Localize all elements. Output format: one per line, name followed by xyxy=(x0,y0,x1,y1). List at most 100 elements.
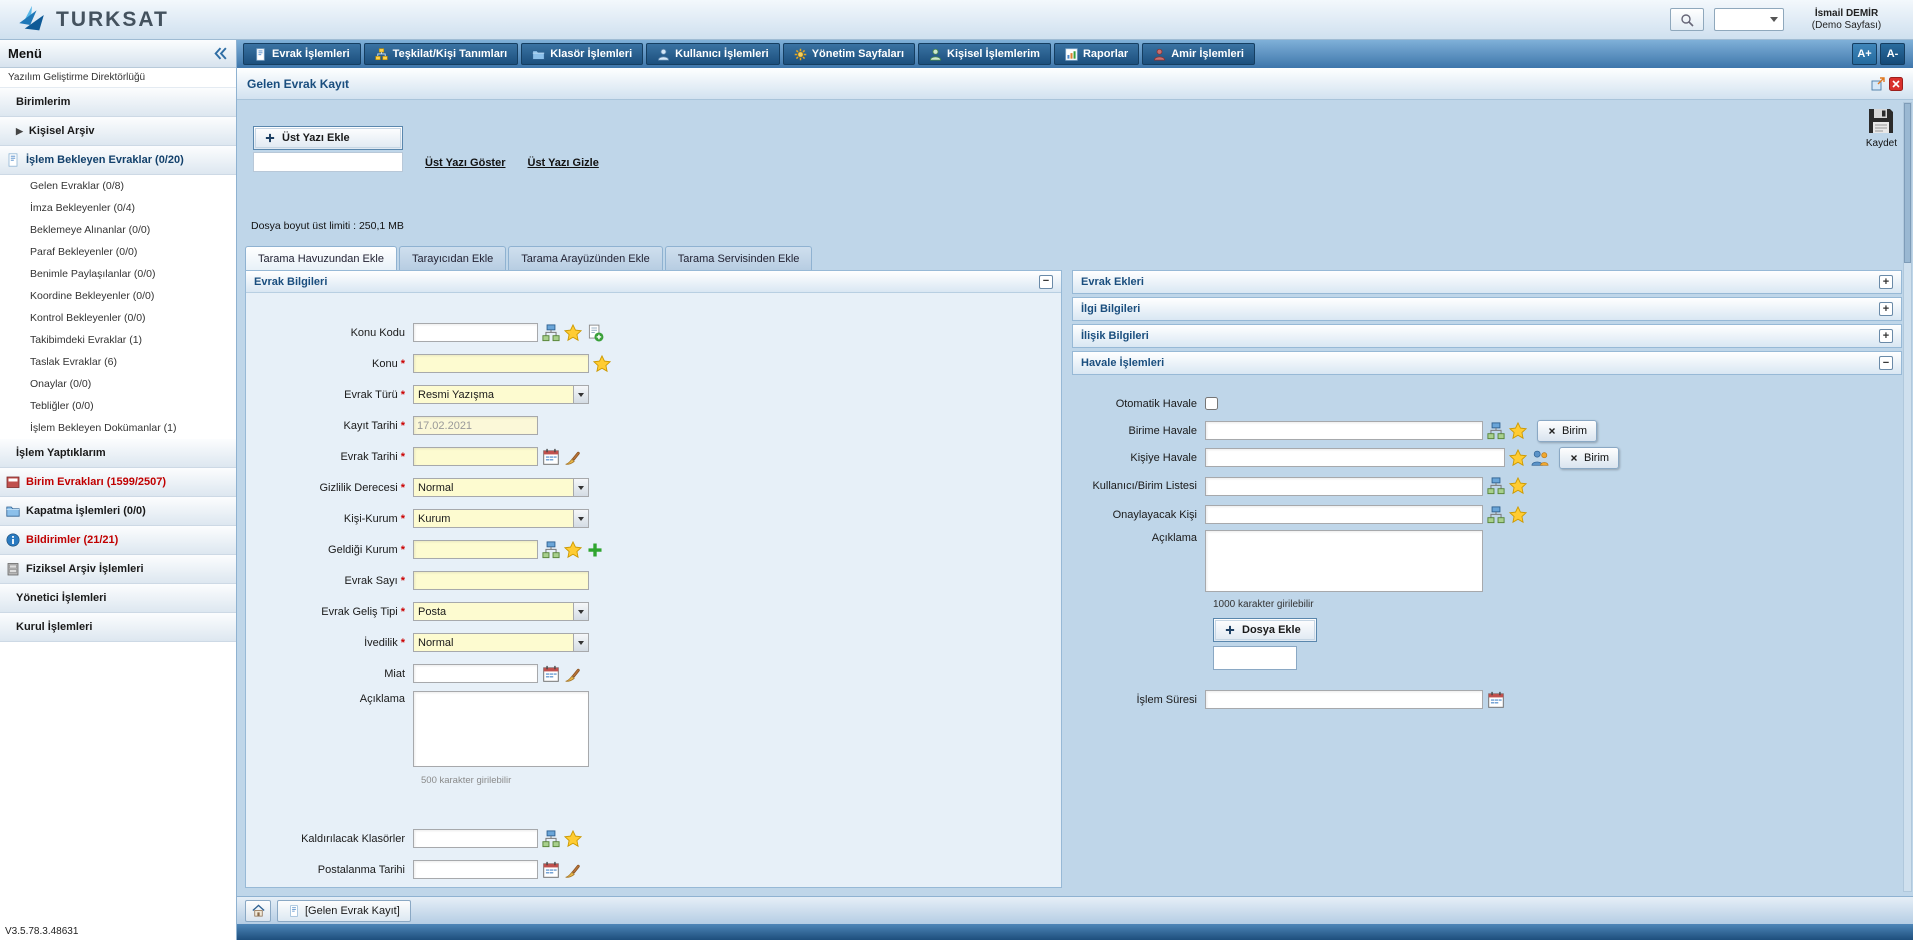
quick-select-dropdown[interactable] xyxy=(1714,8,1784,31)
kaldirilacak-klasorler-input[interactable] xyxy=(413,829,538,848)
expand-panel-button[interactable]: + xyxy=(1879,275,1893,289)
evrak-tarihi-calendar-icon[interactable] xyxy=(542,448,560,466)
nav-tab-klasor-islemleri[interactable]: Klasör İşlemleri xyxy=(521,43,643,65)
birime-havale-remove-unit-button[interactable]: Birim xyxy=(1537,420,1597,442)
sidebar-item-benimle-paylasilanlar[interactable]: Benimle Paylaşılanlar (0/0) xyxy=(0,263,236,285)
collapse-panel-button[interactable]: − xyxy=(1039,275,1053,289)
ilgi-bilgileri-header[interactable]: İlgi Bilgileri + xyxy=(1072,297,1902,321)
sidebar-item-birim-evraklari[interactable]: Birim Evrakları (1599/2507) xyxy=(0,468,236,497)
onaylayacak-lookup-icon[interactable] xyxy=(1487,506,1505,524)
expand-panel-button[interactable]: + xyxy=(1879,329,1893,343)
kullanici-birim-listesi-input[interactable] xyxy=(1205,477,1483,496)
close-icon[interactable] xyxy=(1889,77,1903,91)
havale-aciklama-textarea[interactable] xyxy=(1205,530,1483,592)
konu-kodu-favorites-star-icon[interactable] xyxy=(564,324,582,342)
scrollbar-thumb[interactable] xyxy=(1904,103,1911,263)
kisiye-havale-people-icon[interactable] xyxy=(1531,449,1549,467)
konu-kodu-lookup-icon[interactable] xyxy=(542,324,560,342)
sidebar-item-onaylar[interactable]: Onaylar (0/0) xyxy=(0,373,236,395)
evrak-tarihi-clear-icon[interactable] xyxy=(564,448,582,466)
tab-tarayicidan-ekle[interactable]: Tarayıcıdan Ekle xyxy=(399,246,506,270)
geldigi-kurum-favorites-star-icon[interactable] xyxy=(564,541,582,559)
havale-islemleri-header[interactable]: Havale İşlemleri − xyxy=(1072,351,1902,375)
aciklama-textarea[interactable] xyxy=(413,691,589,767)
ivedilik-select[interactable]: Normal xyxy=(413,633,589,652)
miat-clear-icon[interactable] xyxy=(564,665,582,683)
open-in-window-icon[interactable] xyxy=(1871,77,1885,91)
evrak-bilgileri-header[interactable]: Evrak Bilgileri − xyxy=(246,271,1061,293)
sidebar-item-kontrol-bekleyenler[interactable]: Kontrol Bekleyenler (0/0) xyxy=(0,307,236,329)
ilisik-bilgileri-header[interactable]: İlişik Bilgileri + xyxy=(1072,324,1902,348)
save-button[interactable]: Kaydet xyxy=(1866,106,1897,149)
evrak-turu-select[interactable]: Resmi Yazışma xyxy=(413,385,589,404)
evrak-ekleri-header[interactable]: Evrak Ekleri + xyxy=(1072,270,1902,294)
kisi-kurum-select[interactable]: Kurum xyxy=(413,509,589,528)
add-cover-letter-button[interactable]: Üst Yazı Ekle xyxy=(253,126,403,150)
kaldirilacak-favorites-star-icon[interactable] xyxy=(564,830,582,848)
sidebar-item-birimlerim[interactable]: Birimlerim xyxy=(0,88,236,117)
gelis-tipi-select[interactable]: Posta xyxy=(413,602,589,621)
onaylayacak-kisi-input[interactable] xyxy=(1205,505,1483,524)
dosya-ekle-button[interactable]: Dosya Ekle xyxy=(1213,618,1317,642)
sidebar-item-koordine-bekleyenler[interactable]: Koordine Bekleyenler (0/0) xyxy=(0,285,236,307)
user-info[interactable]: İsmail DEMİR (Demo Sayfası) xyxy=(1794,8,1899,32)
postalanma-tarihi-input[interactable] xyxy=(413,860,538,879)
vertical-scrollbar[interactable] xyxy=(1903,102,1912,892)
sidebar-item-kapatma-islemleri[interactable]: Kapatma İşlemleri (0/0) xyxy=(0,497,236,526)
konu-kodu-input[interactable] xyxy=(413,323,538,342)
konu-kodu-copy-doc-icon[interactable] xyxy=(586,324,604,342)
evrak-sayi-input[interactable] xyxy=(413,571,589,590)
kaldirilacak-lookup-icon[interactable] xyxy=(542,830,560,848)
sidebar-item-bildirimler[interactable]: Bildirimler (21/21) xyxy=(0,526,236,555)
postalanma-clear-icon[interactable] xyxy=(564,861,582,879)
home-button[interactable] xyxy=(245,900,271,922)
gizlilik-select[interactable]: Normal xyxy=(413,478,589,497)
birime-havale-favorites-star-icon[interactable] xyxy=(1509,422,1527,440)
sidebar-item-gelen-evraklar[interactable]: Gelen Evraklar (0/8) xyxy=(0,175,236,197)
konu-input[interactable] xyxy=(413,354,589,373)
kisiye-havale-favorites-star-icon[interactable] xyxy=(1509,449,1527,467)
sidebar-item-kisisel-arsiv[interactable]: ▶Kişisel Arşiv xyxy=(0,117,236,146)
geldigi-kurum-input[interactable] xyxy=(413,540,538,559)
sidebar-item-beklemeye-alinanlar[interactable]: Beklemeye Alınanlar (0/0) xyxy=(0,219,236,241)
sidebar-item-yonetici-islemleri[interactable]: Yönetici İşlemleri xyxy=(0,584,236,613)
nav-tab-kisisel-islemlerim[interactable]: Kişisel İşlemlerim xyxy=(918,43,1051,65)
expand-panel-button[interactable]: + xyxy=(1879,302,1893,316)
geldigi-kurum-add-icon[interactable] xyxy=(586,541,604,559)
otomatik-havale-checkbox[interactable] xyxy=(1205,397,1218,410)
sidebar-item-tebligler[interactable]: Tebliğler (0/0) xyxy=(0,395,236,417)
show-cover-letter-link[interactable]: Üst Yazı Göster xyxy=(425,157,506,169)
birime-havale-input[interactable] xyxy=(1205,421,1483,440)
nav-tab-teskilat-kisi-tanimlari[interactable]: Teşkilat/Kişi Tanımları xyxy=(364,43,519,65)
font-decrease-button[interactable]: A- xyxy=(1880,43,1905,65)
font-increase-button[interactable]: A+ xyxy=(1852,43,1877,65)
islem-suresi-input[interactable] xyxy=(1205,690,1483,709)
collapse-panel-button[interactable]: − xyxy=(1879,356,1893,370)
sidebar-item-takibimdeki-evraklar[interactable]: Takibimdeki Evraklar (1) xyxy=(0,329,236,351)
islem-suresi-calendar-icon[interactable] xyxy=(1487,691,1505,709)
cover-letter-file-box[interactable] xyxy=(253,152,403,172)
nav-tab-yonetim-sayfalari[interactable]: Yönetim Sayfaları xyxy=(783,43,915,65)
sidebar-item-islem-bekleyen-evraklar[interactable]: İşlem Bekleyen Evraklar (0/20) xyxy=(0,146,236,175)
taskbar-tab-gelen-evrak-kayit[interactable]: [Gelen Evrak Kayıt] xyxy=(277,900,411,922)
sidebar-item-imza-bekleyenler[interactable]: İmza Bekleyenler (0/4) xyxy=(0,197,236,219)
nav-tab-amir-islemleri[interactable]: Amir İşlemleri xyxy=(1142,43,1255,65)
sidebar-item-islem-bekleyen-dokumanlar[interactable]: İşlem Bekleyen Dokümanlar (1) xyxy=(0,417,236,439)
sidebar-item-taslak-evraklar[interactable]: Taslak Evraklar (6) xyxy=(0,351,236,373)
miat-calendar-icon[interactable] xyxy=(542,665,560,683)
kisiye-havale-input[interactable] xyxy=(1205,448,1505,467)
evrak-tarihi-input[interactable] xyxy=(413,447,538,466)
sidebar-item-islem-yaptiklarim[interactable]: İşlem Yaptıklarım xyxy=(0,439,236,468)
sidebar-item-kurul-islemleri[interactable]: Kurul İşlemleri xyxy=(0,613,236,642)
search-button[interactable] xyxy=(1670,8,1704,31)
birime-havale-lookup-icon[interactable] xyxy=(1487,422,1505,440)
sidebar-collapse-button[interactable] xyxy=(213,46,228,61)
nav-tab-raporlar[interactable]: Raporlar xyxy=(1054,43,1139,65)
hide-cover-letter-link[interactable]: Üst Yazı Gizle xyxy=(528,157,599,169)
geldigi-kurum-lookup-icon[interactable] xyxy=(542,541,560,559)
kullanici-birim-lookup-icon[interactable] xyxy=(1487,477,1505,495)
sidebar-item-paraf-bekleyenler[interactable]: Paraf Bekleyenler (0/0) xyxy=(0,241,236,263)
sidebar-item-fiziksel-arsiv[interactable]: Fiziksel Arşiv İşlemleri xyxy=(0,555,236,584)
konu-favorites-star-icon[interactable] xyxy=(593,355,611,373)
tab-tarama-arayuzunden-ekle[interactable]: Tarama Arayüzünden Ekle xyxy=(508,246,662,270)
